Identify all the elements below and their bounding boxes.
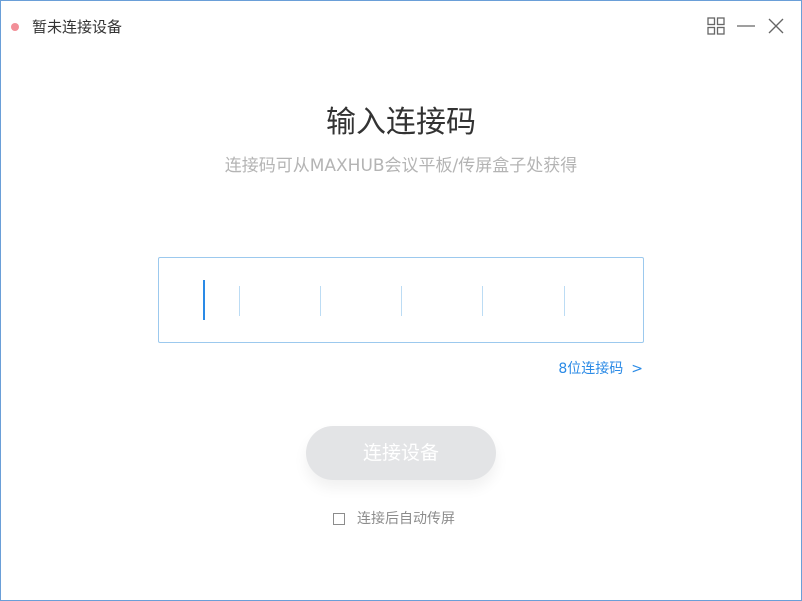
title-bar: 暂未连接设备 <box>1 1 801 55</box>
minimize-icon <box>737 25 755 27</box>
window-title: 暂未连接设备 <box>32 18 123 36</box>
eight-digit-code-label: 8位连接码 <box>558 361 624 377</box>
close-button[interactable] <box>765 15 787 37</box>
chevron-right-icon: > <box>631 361 643 377</box>
grid-view-button[interactable] <box>705 15 727 37</box>
grid-icon <box>707 17 725 35</box>
code-digit-slot <box>401 286 402 316</box>
code-digit-slot <box>239 286 240 316</box>
connect-device-button[interactable]: 连接设备 <box>306 426 496 480</box>
auto-share-toggle[interactable]: 连接后自动传屏 <box>333 509 455 529</box>
close-icon <box>768 18 784 34</box>
auto-share-checkbox[interactable] <box>333 513 345 525</box>
page-title: 输入连接码 <box>326 105 476 140</box>
code-digit-slot <box>564 286 565 316</box>
minimize-button[interactable] <box>735 15 757 37</box>
connection-status-dot <box>11 23 19 31</box>
app-window: 暂未连接设备 输入连接码 连接码可从MAXHUB会议平板/传屏盒子处获得 8位连… <box>0 0 802 601</box>
eight-digit-code-link[interactable]: 8位连接码 > <box>558 359 643 379</box>
text-caret <box>203 280 205 320</box>
auto-share-label: 连接后自动传屏 <box>357 511 455 527</box>
connection-code-input[interactable] <box>158 257 644 343</box>
code-digit-slot <box>320 286 321 316</box>
code-digit-slot <box>482 286 483 316</box>
page-subtitle: 连接码可从MAXHUB会议平板/传屏盒子处获得 <box>224 156 578 176</box>
